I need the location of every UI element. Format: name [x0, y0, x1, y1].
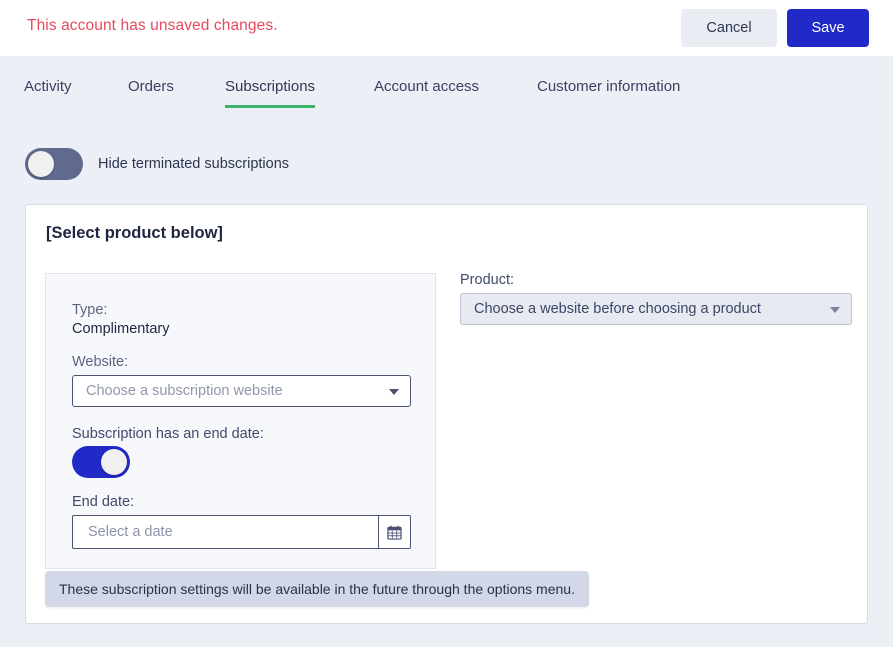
type-label: Type: [72, 302, 108, 318]
tab-account-access[interactable]: Account access [374, 78, 479, 105]
type-value: Complimentary [72, 321, 170, 337]
end-date-toggle[interactable] [72, 446, 130, 478]
tab-activity[interactable]: Activity [24, 78, 72, 105]
cancel-button[interactable]: Cancel [681, 9, 777, 47]
subscription-card: [Select product below] Type: Complimenta… [25, 204, 868, 624]
chevron-down-icon [389, 389, 399, 395]
end-date-input[interactable] [73, 516, 378, 548]
tab-subscriptions[interactable]: Subscriptions [225, 78, 316, 108]
unsaved-changes-alert: This account has unsaved changes. [27, 17, 278, 34]
product-select-value: Choose a website before choosing a produ… [474, 301, 761, 317]
end-date-label: End date: [72, 494, 135, 510]
hide-terminated-toggle[interactable] [25, 148, 83, 180]
end-date-field [72, 515, 411, 549]
account-tabs: Activity Orders Subscriptions Account ac… [0, 56, 893, 124]
calendar-picker-button[interactable] [378, 516, 410, 548]
subscription-settings-panel: Type: Complimentary Website: Choose a su… [45, 273, 436, 569]
toggle-knob-icon [28, 151, 54, 177]
website-select-value: Choose a subscription website [86, 383, 283, 399]
tab-customer-information[interactable]: Customer information [537, 78, 680, 105]
hide-terminated-label: Hide terminated subscriptions [98, 156, 290, 172]
settings-info-tooltip: These subscription settings will be avai… [45, 571, 589, 607]
chevron-down-icon [830, 307, 840, 313]
website-select[interactable]: Choose a subscription website [72, 375, 411, 407]
card-title: [Select product below] [46, 224, 223, 242]
toggle-knob-icon [101, 449, 127, 475]
calendar-icon [387, 525, 402, 540]
hide-terminated-row: Hide terminated subscriptions [25, 148, 289, 180]
save-button[interactable]: Save [787, 9, 869, 47]
tab-orders[interactable]: Orders [128, 78, 174, 105]
product-select[interactable]: Choose a website before choosing a produ… [460, 293, 852, 325]
product-label: Product: [460, 272, 514, 288]
end-date-toggle-label: Subscription has an end date: [72, 426, 264, 442]
website-label: Website: [72, 354, 129, 370]
